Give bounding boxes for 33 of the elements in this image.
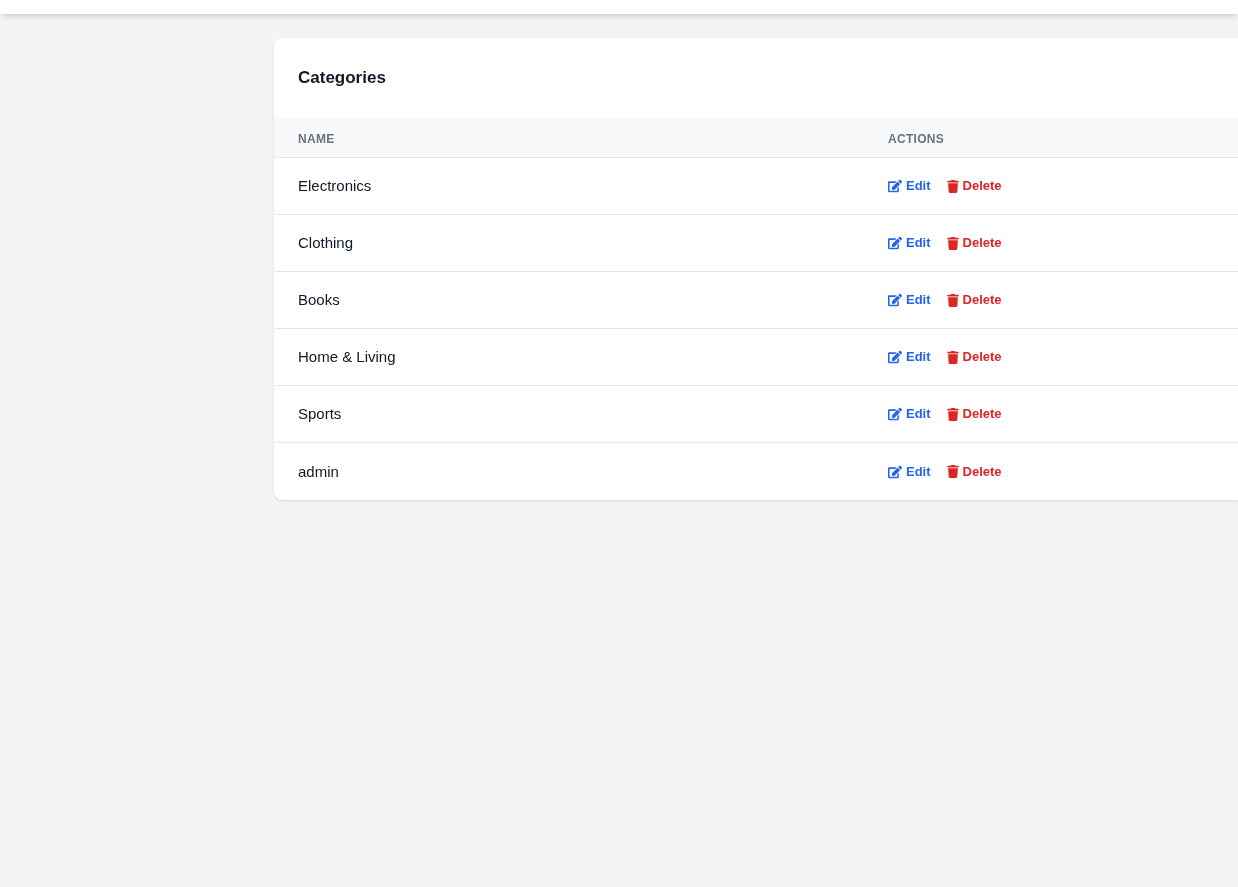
category-name: Sports	[298, 405, 342, 422]
edit-link[interactable]: Edit	[888, 461, 931, 482]
delete-link[interactable]: Delete	[946, 347, 1002, 367]
edit-link[interactable]: Edit	[888, 233, 931, 253]
category-name: Clothing	[298, 234, 354, 251]
column-header: ACTIONS	[888, 131, 945, 146]
category-name: admin	[298, 462, 339, 480]
trash-icon	[946, 407, 959, 421]
edit-icon	[888, 407, 902, 421]
delete-link[interactable]: Delete	[946, 404, 1002, 424]
delete-link[interactable]: Delete	[946, 461, 1002, 482]
edit-link[interactable]: Edit	[888, 290, 931, 310]
trash-icon	[946, 179, 959, 193]
card-title: Categories	[298, 67, 386, 90]
edit-link[interactable]: Edit	[888, 347, 931, 367]
trash-icon	[946, 236, 959, 250]
edit-icon	[888, 293, 902, 307]
trash-icon	[946, 293, 959, 307]
edit-icon	[888, 464, 902, 479]
category-name: Home & Living	[298, 348, 396, 365]
edit-icon	[888, 179, 902, 193]
delete-link[interactable]: Delete	[946, 176, 1002, 196]
delete-link[interactable]: Delete	[946, 290, 1002, 310]
edit-link[interactable]: Edit	[888, 404, 931, 424]
trash-icon	[946, 350, 959, 364]
category-name: Books	[298, 291, 340, 308]
trash-icon	[946, 465, 959, 478]
column-header: NAME	[298, 131, 335, 146]
edit-icon	[888, 236, 902, 250]
edit-link[interactable]: Edit	[888, 176, 931, 196]
edit-icon	[888, 350, 902, 364]
delete-link[interactable]: Delete	[946, 233, 1002, 253]
category-name: Electronics	[298, 177, 372, 194]
